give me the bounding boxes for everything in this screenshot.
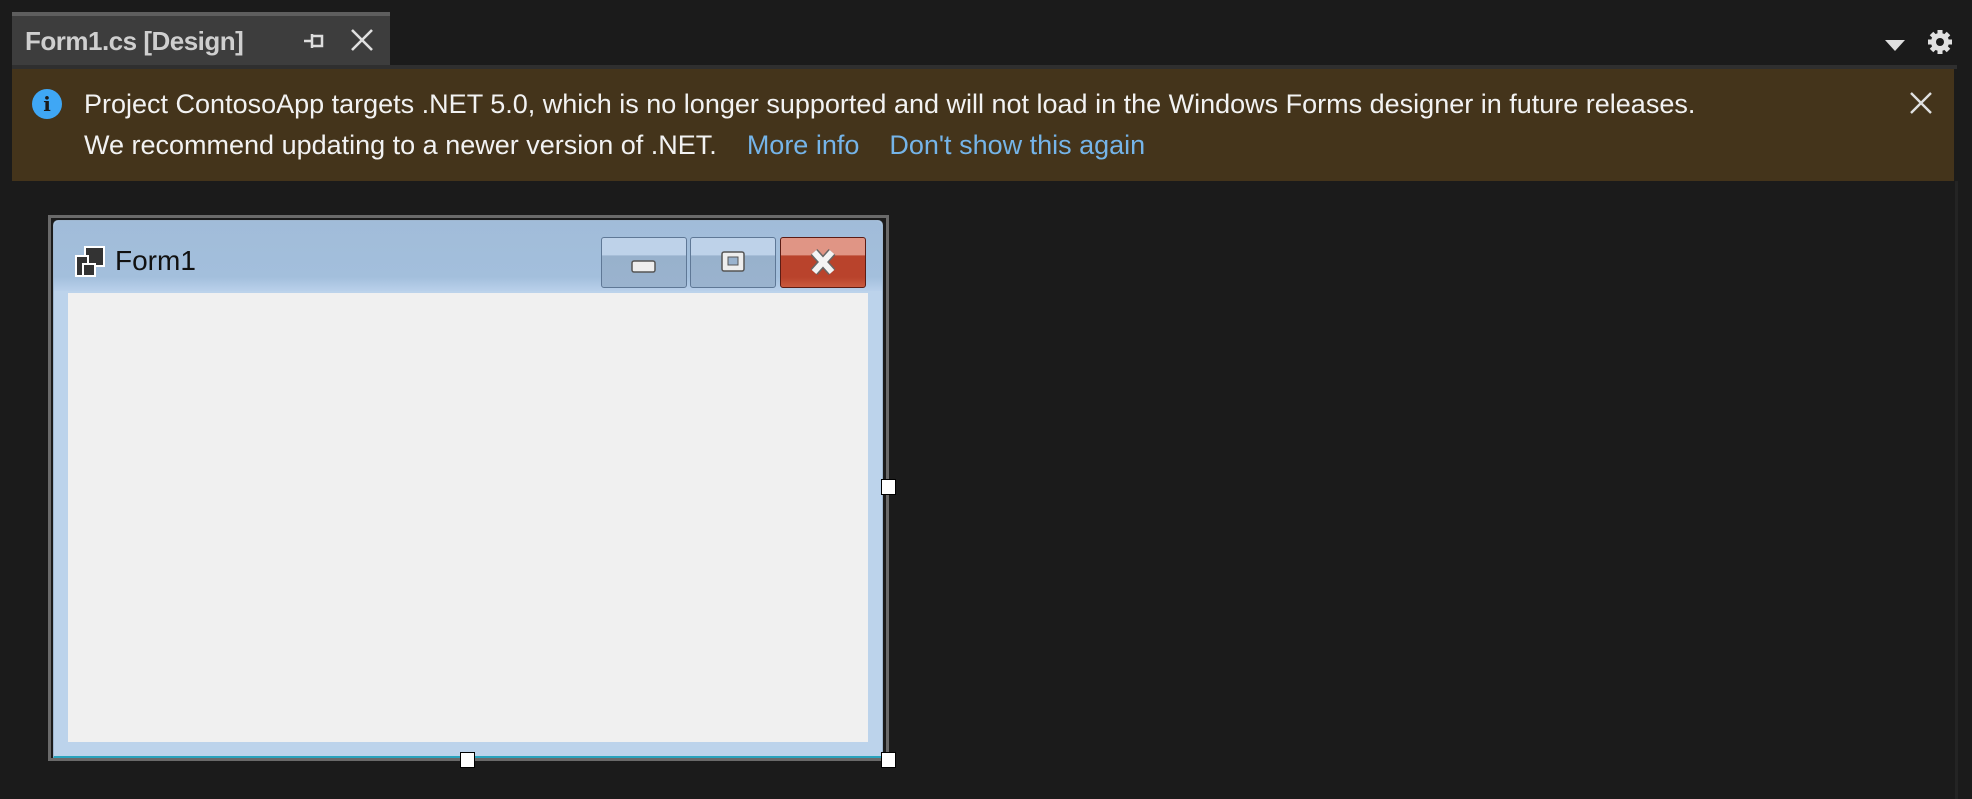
- more-info-link[interactable]: More info: [747, 130, 860, 160]
- close-button[interactable]: [780, 237, 866, 288]
- form-client-area[interactable]: [68, 293, 868, 742]
- info-banner: i Project ContosoApp targets .NET 5.0, w…: [12, 69, 1954, 181]
- form-title: Form1: [115, 245, 196, 276]
- close-icon[interactable]: [348, 26, 376, 54]
- form-icon: [75, 246, 105, 277]
- banner-message-line2-text: We recommend updating to a newer version…: [84, 130, 717, 160]
- form-title-bar[interactable]: Form1: [54, 221, 882, 291]
- resize-handle-bottom-right[interactable]: [881, 752, 896, 768]
- pin-icon[interactable]: [302, 28, 326, 54]
- resize-handle-right[interactable]: [881, 479, 896, 495]
- form1-window[interactable]: Form1: [53, 220, 883, 758]
- minimize-button[interactable]: [601, 237, 687, 288]
- info-icon: i: [32, 89, 62, 119]
- maximize-icon: [721, 251, 745, 272]
- chevron-down-icon[interactable]: [1884, 38, 1906, 52]
- maximize-button[interactable]: [690, 237, 776, 288]
- tab-title: Form1.cs [Design]: [25, 26, 244, 56]
- panel-border: [1955, 181, 1958, 799]
- banner-message-line1: Project ContosoApp targets .NET 5.0, whi…: [84, 89, 1696, 119]
- minimize-icon: [631, 260, 656, 273]
- banner-message-line2: We recommend updating to a newer version…: [84, 130, 1145, 161]
- gear-icon[interactable]: [1926, 28, 1954, 56]
- tab-form1-design[interactable]: Form1.cs [Design]: [12, 12, 390, 69]
- close-icon[interactable]: [1909, 91, 1933, 115]
- dont-show-again-link[interactable]: Don't show this again: [889, 130, 1145, 160]
- close-icon: [810, 248, 836, 276]
- resize-handle-bottom[interactable]: [460, 752, 475, 768]
